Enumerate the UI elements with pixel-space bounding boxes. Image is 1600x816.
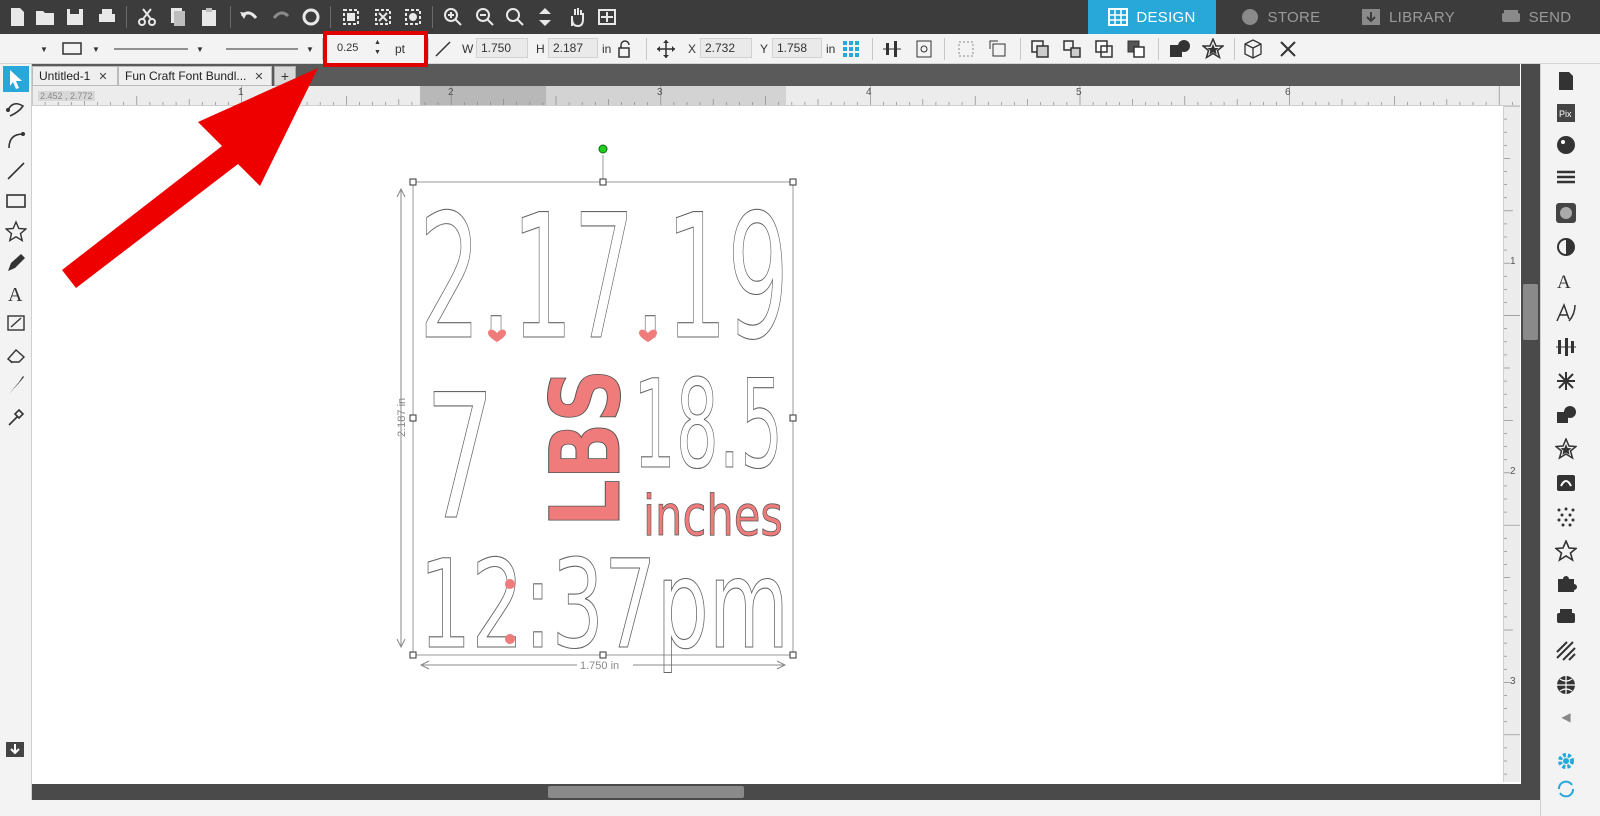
- app-window: DESIGN STORE LIBRARY SEND ▼ ▼ ▼ ▼ 0.25 ▲…: [0, 0, 1600, 816]
- line-weight-highlight: [323, 31, 428, 67]
- highlight-arrow: [62, 68, 318, 288]
- red-arrow-icon: [62, 68, 318, 288]
